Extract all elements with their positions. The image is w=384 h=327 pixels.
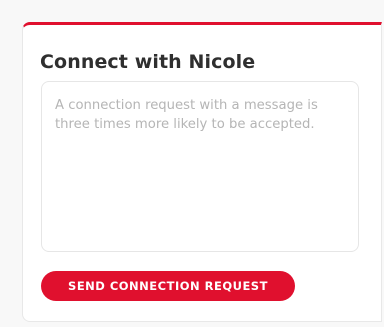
send-connection-request-button[interactable]: SEND CONNECTION REQUEST [41, 271, 295, 301]
connection-message-input[interactable] [41, 81, 359, 252]
connect-card: Connect with Nicole SEND CONNECTION REQU… [22, 22, 382, 322]
connect-title: Connect with Nicole [40, 51, 256, 73]
